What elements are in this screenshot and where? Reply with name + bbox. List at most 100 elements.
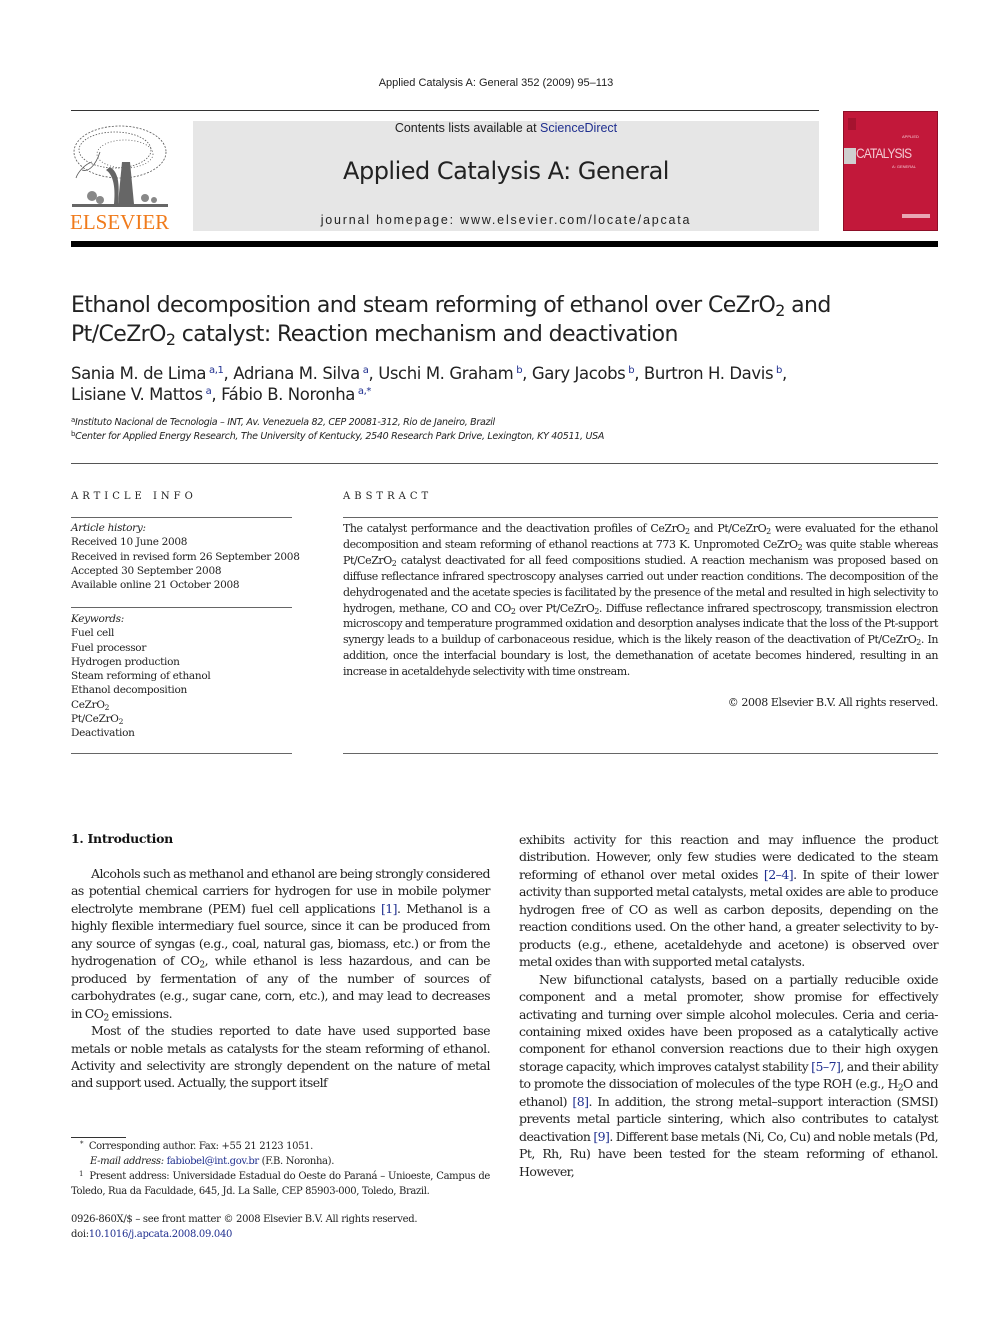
- reference-link[interactable]: [8]: [572, 1094, 589, 1109]
- front-matter-info: 0926-860X/$ – see front matter © 2008 El…: [71, 1212, 511, 1242]
- journal-name: Applied Catalysis A: General: [343, 157, 669, 185]
- abstract-heading: ABSTRACT: [343, 491, 433, 502]
- subscript: 2: [118, 716, 124, 726]
- cover-emblem: [848, 118, 856, 130]
- paragraph: Alcohols such as methanol and ethanol ar…: [71, 865, 491, 1022]
- keywords-label: Keywords:: [71, 613, 124, 625]
- title-line2-end: catalyst: Reaction mechanism and deactiv…: [175, 322, 679, 347]
- reference-link[interactable]: [1]: [381, 901, 398, 916]
- separator: ,: [634, 364, 644, 383]
- doi-line: doi:10.1016/j.apcata.2008.09.040: [71, 1227, 511, 1242]
- author[interactable]: Fábio B. Noronha a,*: [221, 385, 371, 404]
- running-head: Applied Catalysis A: General 352 (2009) …: [378, 77, 614, 89]
- sciencedirect-link[interactable]: ScienceDirect: [540, 121, 617, 135]
- author-affiliation-mark[interactable]: a,*: [358, 386, 372, 397]
- keyword: Steam reforming of ethanol: [71, 670, 211, 683]
- keyword: Fuel cell: [71, 627, 115, 640]
- doi-prefix: doi:: [71, 1229, 89, 1240]
- journal-masthead: Contents lists available at ScienceDirec…: [193, 121, 819, 231]
- affiliation-text: Center for Applied Energy Research, The …: [75, 431, 605, 442]
- abstract-text: over Pt/CeZrO: [515, 601, 595, 615]
- article-history: Article history: Received 10 June 2008 R…: [71, 521, 301, 592]
- journal-homepage-link[interactable]: journal homepage: www.elsevier.com/locat…: [193, 213, 819, 227]
- divider: [343, 517, 938, 518]
- author-name: Lisiane V. Mattos: [71, 385, 203, 404]
- keyword: Hydrogen production: [71, 655, 180, 668]
- article-info-heading: ARTICLE INFO: [71, 491, 197, 502]
- contents-line: Contents lists available at ScienceDirec…: [193, 121, 819, 135]
- journal-cover-thumbnail[interactable]: APPLIED CATALYSIS A: GENERAL: [843, 111, 938, 231]
- subscript: 2: [104, 702, 110, 712]
- author-name: Adriana M. Silva: [233, 364, 360, 383]
- keywords: Keywords: Fuel cell Fuel processor Hydro…: [71, 612, 301, 741]
- keyword: CeZrO2: [71, 698, 110, 712]
- divider: [343, 753, 938, 754]
- keyword: Fuel processor: [71, 641, 147, 654]
- header-rule: [71, 110, 819, 111]
- text: . In spite of their lower activity than …: [519, 866, 939, 970]
- abstract-text: The catalyst performance and the deactiv…: [343, 522, 685, 535]
- author[interactable]: Sania M. de Lima a,1: [71, 364, 224, 383]
- footnote-rule: [71, 1137, 126, 1138]
- footnote-mark: 1: [79, 1170, 84, 1178]
- title-line1-end: and: [784, 293, 831, 318]
- author[interactable]: Burtron H. Davis b: [644, 364, 782, 383]
- divider: [71, 517, 292, 518]
- paragraph: New bifunctional catalysts, based on a p…: [519, 971, 939, 1180]
- masthead-thick-rule: [71, 241, 938, 247]
- email-label: E-mail address:: [90, 1156, 164, 1167]
- elsevier-tree-icon: [72, 125, 168, 207]
- separator: ,: [782, 364, 787, 383]
- title-line1: Ethanol decomposition and steam reformin…: [71, 293, 776, 318]
- doi-link[interactable]: 10.1016/j.apcata.2008.09.040: [89, 1229, 233, 1240]
- body-column-left: Alcohols such as methanol and ethanol ar…: [71, 865, 491, 1092]
- cover-block: [844, 148, 856, 164]
- history-item: Received 10 June 2008: [71, 536, 188, 549]
- elsevier-wordmark: ELSEVIER: [70, 210, 170, 234]
- footnote-present-address: 1 Present address: Universidade Estadual…: [71, 1169, 490, 1199]
- contents-prefix: Contents lists available at: [394, 121, 541, 135]
- footnote-email: E-mail address: fabiobel@int.gov.br (F.B…: [71, 1154, 490, 1169]
- divider: [71, 463, 938, 464]
- reference-link[interactable]: [9]: [593, 1129, 610, 1144]
- keyword: Deactivation: [71, 727, 135, 740]
- text: emissions.: [108, 1005, 173, 1021]
- author[interactable]: Uschi M. Graham b: [378, 364, 522, 383]
- cover-subtitle-bottom: A: GENERAL: [892, 164, 917, 169]
- abstract-body: The catalyst performance and the deactiv…: [343, 521, 938, 680]
- paragraph: exhibits activity for this reaction and …: [519, 831, 939, 971]
- divider: [71, 607, 292, 608]
- elsevier-logo[interactable]: ELSEVIER: [70, 122, 172, 234]
- abstract-text: and Pt/CeZrO: [689, 522, 767, 535]
- cover-title: CATALYSIS: [856, 145, 912, 161]
- separator: ,: [211, 385, 222, 404]
- footnotes: * Corresponding author. Fax: +55 21 2123…: [71, 1139, 490, 1199]
- reference-link[interactable]: [5–7]: [811, 1059, 841, 1074]
- history-item: Accepted 30 September 2008: [71, 564, 222, 577]
- article-title: Ethanol decomposition and steam reformin…: [71, 291, 941, 349]
- author-name: Burtron H. Davis: [643, 364, 774, 383]
- history-item: Available online 21 October 2008: [71, 579, 240, 592]
- issn-line: 0926-860X/$ – see front matter © 2008 El…: [71, 1214, 418, 1225]
- author[interactable]: Adriana M. Silva a: [233, 364, 369, 383]
- history-label: Article history:: [71, 522, 146, 534]
- reference-link[interactable]: [2–4]: [764, 867, 794, 882]
- author-name: Sania M. de Lima: [71, 364, 207, 383]
- author-name: Fábio B. Noronha: [221, 385, 355, 404]
- email-link[interactable]: fabiobel@int.gov.br: [167, 1156, 260, 1167]
- author-affiliation-mark[interactable]: a,1: [209, 365, 224, 376]
- footnote-corresponding: * Corresponding author. Fax: +55 21 2123…: [71, 1139, 490, 1154]
- affiliation: aInstituto Nacional de Tecnologia – INT,…: [71, 417, 941, 429]
- keyword: Pt/CeZrO2: [71, 713, 124, 726]
- title-sub: 2: [165, 329, 176, 349]
- body-column-right: exhibits activity for this reaction and …: [519, 831, 939, 1180]
- author-name: Gary Jacobs: [531, 364, 626, 383]
- paragraph: Most of the studies reported to date hav…: [71, 1023, 491, 1091]
- author[interactable]: Gary Jacobs b: [531, 364, 635, 383]
- cover-subtitle-top: APPLIED: [902, 134, 919, 139]
- abstract-copyright: © 2008 Elsevier B.V. All rights reserved…: [727, 696, 939, 709]
- title-sub: 2: [775, 300, 785, 320]
- author-list: Sania M. de Lima a,1, Adriana M. Silva a…: [71, 363, 941, 405]
- separator: ,: [368, 364, 379, 383]
- author[interactable]: Lisiane V. Mattos a: [71, 385, 212, 404]
